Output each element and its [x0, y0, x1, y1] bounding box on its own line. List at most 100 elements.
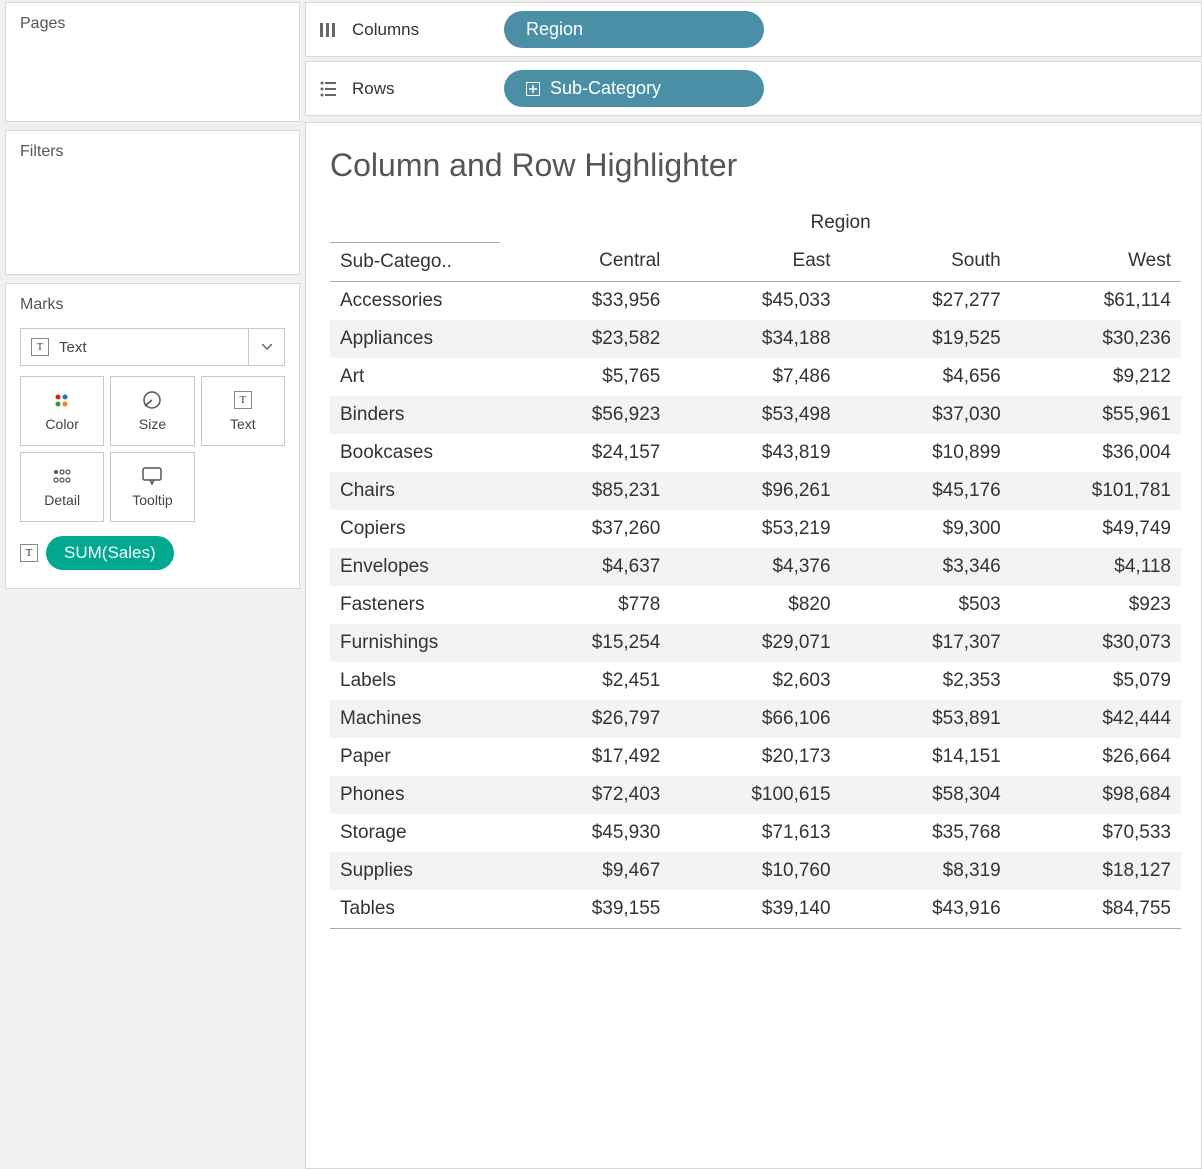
cell-value[interactable]: $9,300 [841, 510, 1011, 548]
cell-value[interactable]: $5,765 [500, 358, 670, 396]
cell-value[interactable]: $27,277 [841, 281, 1011, 320]
row-header[interactable]: Phones [330, 776, 500, 814]
cell-value[interactable]: $9,212 [1011, 358, 1181, 396]
marks-text-button[interactable]: T Text [201, 376, 285, 446]
cell-value[interactable]: $53,219 [670, 510, 840, 548]
cell-value[interactable]: $53,891 [841, 700, 1011, 738]
cell-value[interactable]: $100,615 [670, 776, 840, 814]
cell-value[interactable]: $98,684 [1011, 776, 1181, 814]
marks-detail-button[interactable]: Detail [20, 452, 104, 522]
cell-value[interactable]: $101,781 [1011, 472, 1181, 510]
cell-value[interactable]: $26,797 [500, 700, 670, 738]
cell-value[interactable]: $45,176 [841, 472, 1011, 510]
viz-title[interactable]: Column and Row Highlighter [330, 147, 1181, 184]
cell-value[interactable]: $66,106 [670, 700, 840, 738]
column-header[interactable]: Central [500, 242, 670, 281]
cell-value[interactable]: $923 [1011, 586, 1181, 624]
cell-value[interactable]: $85,231 [500, 472, 670, 510]
cell-value[interactable]: $72,403 [500, 776, 670, 814]
row-header[interactable]: Labels [330, 662, 500, 700]
cell-value[interactable]: $29,071 [670, 624, 840, 662]
cell-value[interactable]: $23,582 [500, 320, 670, 358]
row-header[interactable]: Storage [330, 814, 500, 852]
cell-value[interactable]: $14,151 [841, 738, 1011, 776]
cell-value[interactable]: $45,033 [670, 281, 840, 320]
mark-type-dropdown[interactable]: T Text [20, 328, 285, 366]
cell-value[interactable]: $10,760 [670, 852, 840, 890]
columns-pill[interactable]: Region [504, 11, 764, 48]
cell-value[interactable]: $5,079 [1011, 662, 1181, 700]
cell-value[interactable]: $4,656 [841, 358, 1011, 396]
cell-value[interactable]: $35,768 [841, 814, 1011, 852]
cell-value[interactable]: $778 [500, 586, 670, 624]
row-header[interactable]: Binders [330, 396, 500, 434]
column-header[interactable]: East [670, 242, 840, 281]
row-header[interactable]: Paper [330, 738, 500, 776]
cell-value[interactable]: $71,613 [670, 814, 840, 852]
column-header[interactable]: West [1011, 242, 1181, 281]
cell-value[interactable]: $9,467 [500, 852, 670, 890]
row-header[interactable]: Chairs [330, 472, 500, 510]
cell-value[interactable]: $17,307 [841, 624, 1011, 662]
row-header[interactable]: Accessories [330, 281, 500, 320]
row-header[interactable]: Furnishings [330, 624, 500, 662]
cell-value[interactable]: $4,637 [500, 548, 670, 586]
rows-shelf[interactable]: Rows Sub-Category [305, 61, 1202, 116]
cell-value[interactable]: $58,304 [841, 776, 1011, 814]
cell-value[interactable]: $2,603 [670, 662, 840, 700]
cell-value[interactable]: $19,525 [841, 320, 1011, 358]
cell-value[interactable]: $39,140 [670, 890, 840, 929]
filters-shelf[interactable]: Filters [5, 130, 300, 275]
marks-text-pill[interactable]: SUM(Sales) [46, 536, 174, 570]
cell-value[interactable]: $20,173 [670, 738, 840, 776]
cell-value[interactable]: $24,157 [500, 434, 670, 472]
cell-value[interactable]: $33,956 [500, 281, 670, 320]
row-header[interactable]: Machines [330, 700, 500, 738]
cell-value[interactable]: $61,114 [1011, 281, 1181, 320]
cell-value[interactable]: $96,261 [670, 472, 840, 510]
cell-value[interactable]: $37,260 [500, 510, 670, 548]
cell-value[interactable]: $84,755 [1011, 890, 1181, 929]
cell-value[interactable]: $53,498 [670, 396, 840, 434]
row-header[interactable]: Supplies [330, 852, 500, 890]
cell-value[interactable]: $42,444 [1011, 700, 1181, 738]
cell-value[interactable]: $37,030 [841, 396, 1011, 434]
columns-shelf[interactable]: Columns Region [305, 2, 1202, 57]
cell-value[interactable]: $7,486 [670, 358, 840, 396]
pages-shelf[interactable]: Pages [5, 2, 300, 122]
column-header[interactable]: South [841, 242, 1011, 281]
marks-tooltip-button[interactable]: Tooltip [110, 452, 194, 522]
row-header[interactable]: Copiers [330, 510, 500, 548]
cell-value[interactable]: $4,118 [1011, 548, 1181, 586]
cell-value[interactable]: $10,899 [841, 434, 1011, 472]
cell-value[interactable]: $70,533 [1011, 814, 1181, 852]
cell-value[interactable]: $17,492 [500, 738, 670, 776]
cell-value[interactable]: $45,930 [500, 814, 670, 852]
cell-value[interactable]: $4,376 [670, 548, 840, 586]
cell-value[interactable]: $30,073 [1011, 624, 1181, 662]
cell-value[interactable]: $2,451 [500, 662, 670, 700]
cell-value[interactable]: $43,819 [670, 434, 840, 472]
row-header[interactable]: Art [330, 358, 500, 396]
rows-pill[interactable]: Sub-Category [504, 70, 764, 107]
cell-value[interactable]: $18,127 [1011, 852, 1181, 890]
cell-value[interactable]: $49,749 [1011, 510, 1181, 548]
cell-value[interactable]: $8,319 [841, 852, 1011, 890]
cell-value[interactable]: $3,346 [841, 548, 1011, 586]
cell-value[interactable]: $55,961 [1011, 396, 1181, 434]
row-header[interactable]: Bookcases [330, 434, 500, 472]
marks-color-button[interactable]: Color [20, 376, 104, 446]
row-header[interactable]: Appliances [330, 320, 500, 358]
row-header[interactable]: Fasteners [330, 586, 500, 624]
cell-value[interactable]: $820 [670, 586, 840, 624]
cell-value[interactable]: $56,923 [500, 396, 670, 434]
cell-value[interactable]: $43,916 [841, 890, 1011, 929]
cell-value[interactable]: $26,664 [1011, 738, 1181, 776]
cell-value[interactable]: $34,188 [670, 320, 840, 358]
cell-value[interactable]: $39,155 [500, 890, 670, 929]
cell-value[interactable]: $503 [841, 586, 1011, 624]
marks-size-button[interactable]: Size [110, 376, 194, 446]
cell-value[interactable]: $15,254 [500, 624, 670, 662]
cell-value[interactable]: $2,353 [841, 662, 1011, 700]
row-header[interactable]: Envelopes [330, 548, 500, 586]
